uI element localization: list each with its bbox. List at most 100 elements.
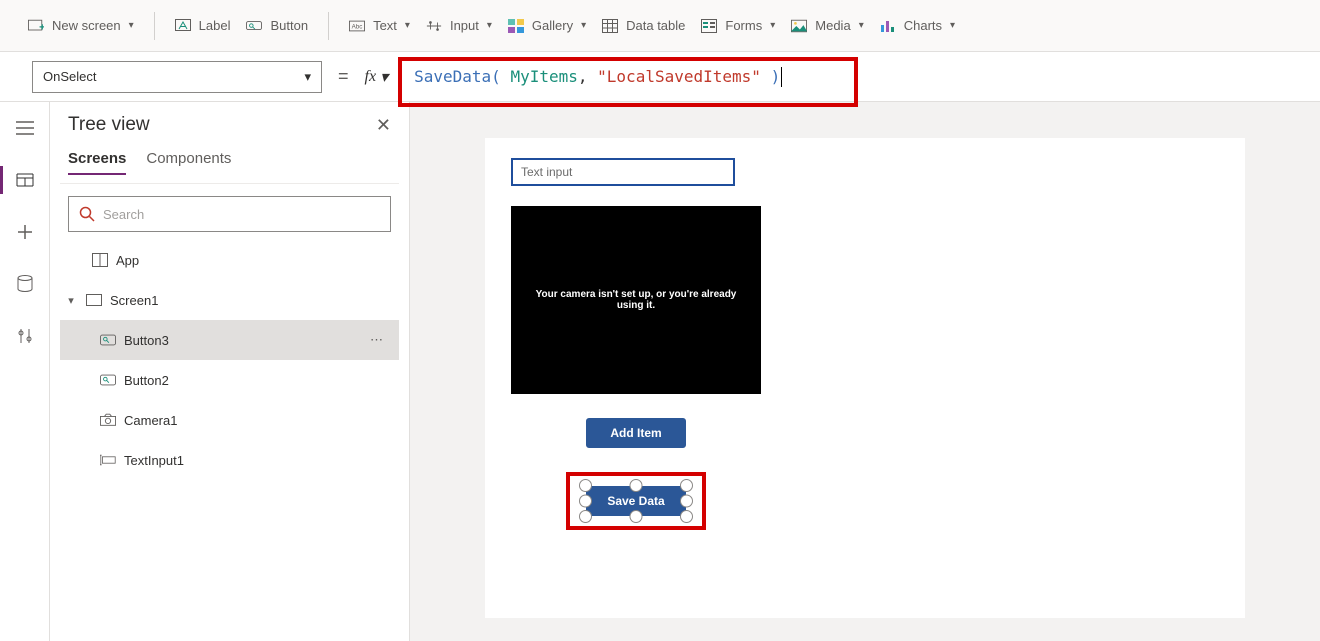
save-data-button[interactable]: Save Data [586,486,686,516]
tree-item-camera1[interactable]: Camera1 [60,400,399,440]
left-rail [0,102,50,641]
text-icon: Abc [349,18,365,34]
input-icon [426,18,442,34]
button-icon [246,18,262,34]
tree-item-button3[interactable]: Button3 ⋯ [60,320,399,360]
media-button[interactable]: Media ▾ [783,12,871,40]
formula-token-arg: MyItems [510,67,577,86]
resize-handle[interactable] [680,479,693,492]
equals-sign: = [332,66,355,87]
screen-icon [86,292,102,308]
camera-message: Your camera isn't set up, or you're alre… [523,289,749,311]
data-icon[interactable] [5,264,45,304]
formula-bar: OnSelect ▾ = fx ▾ SaveData ( MyItems , "… [0,52,1320,102]
tree-item-label: App [116,253,139,268]
camera-control[interactable]: Your camera isn't set up, or you're alre… [511,206,761,394]
chevron-down-icon: ▾ [129,20,134,31]
chevron-down-icon: ▾ [380,67,388,87]
ribbon-toolbar: New screen ▾ Label Button Abc Text ▾ [0,0,1320,52]
app-icon [92,252,108,268]
forms-label: Forms [725,18,762,33]
resize-handle[interactable] [579,479,592,492]
tree-item-screen1[interactable]: ▾ Screen1 [60,280,399,320]
add-item-label: Add Item [610,426,661,440]
property-label: OnSelect [43,69,96,84]
text-button[interactable]: Abc Text ▾ [341,12,418,40]
label-label: Label [199,18,231,33]
resize-handle[interactable] [680,510,693,523]
resize-handle[interactable] [680,495,693,508]
formula-input[interactable]: SaveData ( MyItems , "LocalSavedItems" ) [398,61,1288,93]
tab-screens[interactable]: Screens [68,150,126,175]
tree-view-icon[interactable] [5,160,45,200]
search-placeholder: Search [103,207,144,222]
canvas[interactable]: Text input Your camera isn't set up, or … [410,102,1320,641]
save-data-label: Save Data [607,494,664,508]
svg-text:Abc: Abc [352,23,363,30]
property-selector[interactable]: OnSelect ▾ [32,61,322,93]
chevron-down-icon: ▾ [770,20,775,31]
charts-button[interactable]: Charts ▾ [872,12,963,40]
gallery-button[interactable]: Gallery ▾ [500,12,594,40]
formula-token-fn: SaveData [414,67,491,86]
tree-item-label: Button3 [124,333,169,348]
button-icon [100,372,116,388]
label-button[interactable]: Label [167,12,239,40]
tree-item-app[interactable]: App [60,240,399,280]
data-table-label: Data table [626,18,685,33]
chevron-down-icon: ▾ [405,20,410,31]
text-input-control[interactable]: Text input [511,158,735,186]
gallery-icon [508,18,524,34]
tree-item-label: Camera1 [124,413,177,428]
tree-item-label: TextInput1 [124,453,184,468]
new-screen-label: New screen [52,18,121,33]
button-icon [100,332,116,348]
app-screen[interactable]: Text input Your camera isn't set up, or … [485,138,1245,618]
hamburger-icon[interactable] [5,108,45,148]
forms-button[interactable]: Forms ▾ [693,12,783,40]
formula-token-paren: ) [771,67,781,86]
insert-icon[interactable] [5,212,45,252]
more-icon[interactable]: ⋯ [370,332,385,348]
tools-icon[interactable] [5,316,45,356]
media-label: Media [815,18,850,33]
add-item-button[interactable]: Add Item [586,418,686,448]
tab-components[interactable]: Components [146,150,231,175]
chevron-down-icon: ▾ [950,20,955,31]
fx-button[interactable]: fx ▾ [365,67,389,87]
textinput-icon [100,452,116,468]
table-icon [602,18,618,34]
tree-view-panel: Tree view ✕ Screens Components Search Ap… [50,102,410,641]
label-icon [175,18,191,34]
button-control-button[interactable]: Button [238,12,316,40]
resize-handle[interactable] [579,510,592,523]
resize-handle[interactable] [630,510,643,523]
chevron-down-icon: ▾ [304,69,311,85]
chevron-down-icon: ▾ [487,20,492,31]
camera-icon [100,412,116,428]
data-table-button[interactable]: Data table [594,12,693,40]
gallery-label: Gallery [532,18,573,33]
chevron-down-icon: ▾ [581,20,586,31]
button-label: Button [270,18,308,33]
media-icon [791,18,807,34]
input-label: Input [450,18,479,33]
new-screen-button[interactable]: New screen ▾ [20,12,142,40]
fx-icon: fx [365,68,377,86]
tree-item-textinput1[interactable]: TextInput1 [60,440,399,480]
tree-item-label: Screen1 [110,293,158,308]
search-input[interactable]: Search [68,196,391,232]
text-cursor [781,67,782,87]
search-icon [79,206,95,222]
input-button[interactable]: Input ▾ [418,12,500,40]
chevron-down-icon: ▾ [859,20,864,31]
resize-handle[interactable] [630,479,643,492]
charts-icon [880,18,896,34]
close-icon[interactable]: ✕ [376,115,391,136]
save-data-selection: Save Data [566,472,706,530]
charts-label: Charts [904,18,942,33]
tree-title: Tree view [68,114,150,136]
resize-handle[interactable] [579,495,592,508]
tree-item-button2[interactable]: Button2 [60,360,399,400]
chevron-down-icon[interactable]: ▾ [64,294,78,307]
